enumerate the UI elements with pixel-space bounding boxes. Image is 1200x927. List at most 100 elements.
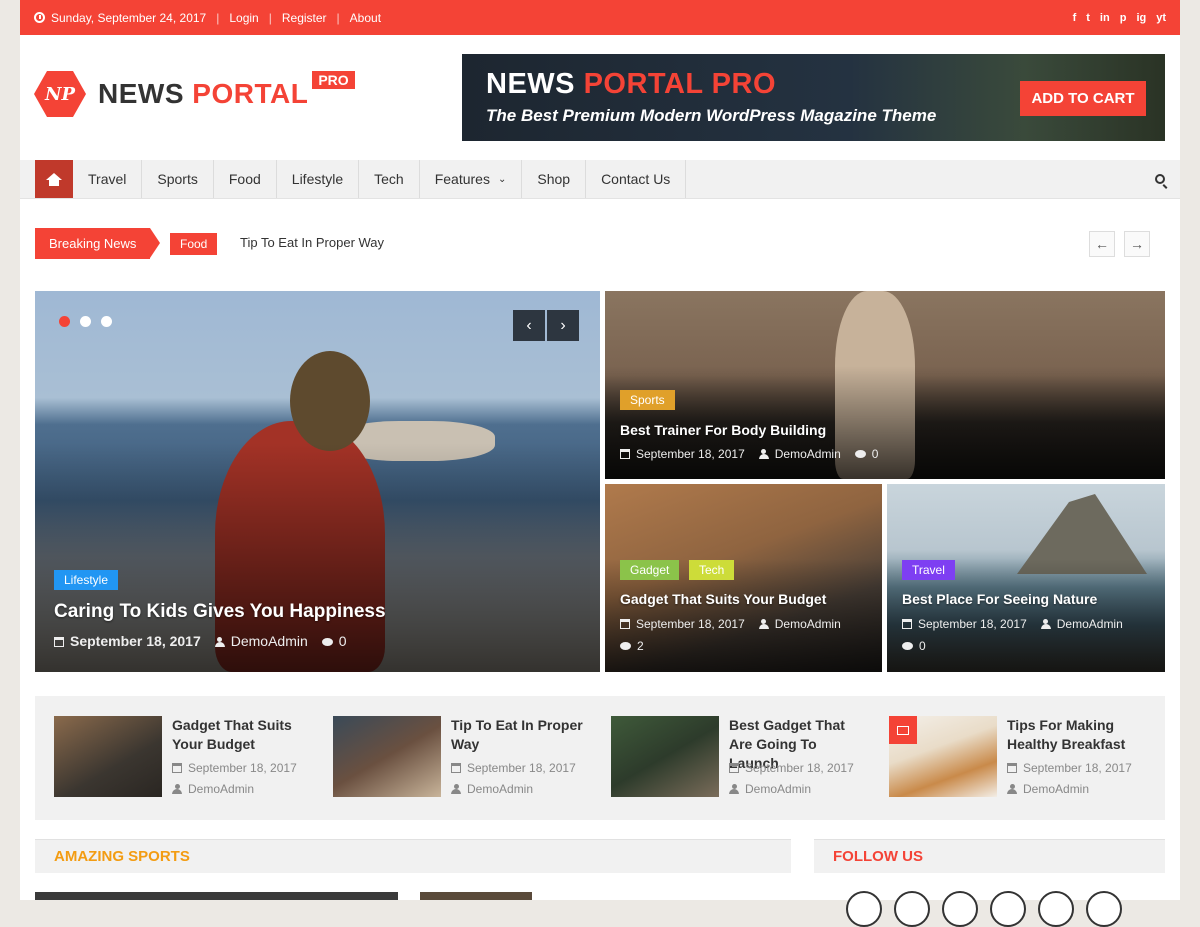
- breaking-news-label: Breaking News: [35, 228, 161, 259]
- page-container: NP NEWS PORTAL PRO NEWS PORTAL PRO The B…: [20, 35, 1180, 927]
- featured-comments: 0: [902, 639, 926, 653]
- follow-instagram-icon[interactable]: [1038, 891, 1074, 927]
- featured-title[interactable]: Gadget That Suits Your Budget: [620, 591, 826, 607]
- post-date: September 18, 2017: [172, 761, 297, 775]
- comment-icon: [321, 638, 333, 646]
- youtube-icon[interactable]: yt: [1156, 12, 1166, 24]
- list-item[interactable]: Tip To Eat In Proper Way September 18, 2…: [333, 716, 593, 798]
- search-button[interactable]: [1140, 160, 1180, 198]
- list-item[interactable]: Gadget That Suits Your Budget September …: [54, 716, 314, 798]
- nav-item-tech[interactable]: Tech: [359, 160, 420, 198]
- slider-title[interactable]: Caring To Kids Gives You Happiness: [54, 601, 386, 623]
- slider-dots: [59, 316, 112, 327]
- post-title[interactable]: Tip To Eat In Proper Way: [451, 716, 591, 754]
- calendar-icon: [172, 763, 182, 773]
- post-thumbnail[interactable]: [54, 716, 162, 797]
- post-title[interactable]: Gadget That Suits Your Budget: [172, 716, 312, 754]
- linkedin-icon[interactable]: in: [1100, 12, 1110, 24]
- search-icon: [1155, 174, 1165, 184]
- featured-title[interactable]: Best Trainer For Body Building: [620, 422, 826, 438]
- post-date: September 18, 2017: [729, 761, 854, 775]
- slider-meta: September 18, 2017 DemoAdmin 0: [54, 633, 347, 649]
- list-item[interactable]: Tips For Making Healthy Breakfast Septem…: [889, 716, 1149, 798]
- slider-next-button[interactable]: ›: [547, 310, 579, 341]
- main-slider[interactable]: ‹ › Lifestyle Caring To Kids Gives You H…: [35, 291, 600, 672]
- featured-post-2[interactable]: Gadget Tech Gadget That Suits Your Budge…: [605, 484, 882, 672]
- main-nav: Travel Sports Food Lifestyle Tech Featur…: [20, 160, 1180, 199]
- twitter-icon[interactable]: t: [1086, 12, 1090, 24]
- post-thumbnail[interactable]: [35, 892, 398, 900]
- top-bar: Sunday, September 24, 2017 | Login | Reg…: [20, 0, 1180, 35]
- post-thumbnail[interactable]: [333, 716, 441, 797]
- post-thumbnail[interactable]: [611, 716, 719, 797]
- pinterest-icon[interactable]: p: [1120, 12, 1127, 24]
- category-tag[interactable]: Sports: [620, 390, 675, 410]
- follow-twitter-icon[interactable]: [894, 891, 930, 927]
- breaking-news-ticker: Breaking News Food Tip To Eat In Proper …: [20, 225, 1180, 260]
- logo-monogram: NP: [34, 71, 86, 117]
- nav-item-features[interactable]: Features ⌄: [420, 160, 523, 198]
- home-button[interactable]: [35, 160, 73, 198]
- instagram-icon[interactable]: ig: [1136, 12, 1146, 24]
- featured-title[interactable]: Best Place For Seeing Nature: [902, 591, 1097, 607]
- nav-item-food[interactable]: Food: [214, 160, 277, 198]
- social-icons: f t in p ig yt: [1073, 12, 1166, 24]
- clock-icon: [34, 12, 45, 23]
- post-author: DemoAdmin: [1007, 782, 1089, 796]
- featured-comments: 2: [620, 639, 644, 653]
- nav-item-shop[interactable]: Shop: [522, 160, 587, 198]
- top-bar-left: Sunday, September 24, 2017 | Login | Reg…: [34, 11, 381, 25]
- nav-item-travel[interactable]: Travel: [73, 160, 143, 198]
- slider-dot[interactable]: [101, 316, 112, 327]
- comment-icon: [620, 642, 631, 650]
- category-tag[interactable]: Lifestyle: [54, 570, 119, 590]
- category-tag[interactable]: Tech: [689, 560, 735, 580]
- ticker-next-button[interactable]: →: [1124, 231, 1150, 257]
- calendar-icon: [451, 763, 461, 773]
- slider-dot[interactable]: [80, 316, 91, 327]
- follow-youtube-icon[interactable]: [1086, 891, 1122, 927]
- ticker-prev-button[interactable]: ←: [1089, 231, 1115, 257]
- follow-facebook-icon[interactable]: [846, 891, 882, 927]
- user-icon: [758, 619, 769, 629]
- post-thumbnail[interactable]: [420, 892, 532, 900]
- slider-prev-button[interactable]: ‹: [513, 310, 545, 341]
- featured-post-1[interactable]: Sports Best Trainer For Body Building Se…: [605, 291, 1165, 479]
- follow-pinterest-icon[interactable]: [990, 891, 1026, 927]
- nav-item-sports[interactable]: Sports: [142, 160, 214, 198]
- featured-post-3[interactable]: Travel Best Place For Seeing Nature Sept…: [887, 484, 1165, 672]
- category-tag[interactable]: Gadget: [620, 560, 680, 580]
- add-to-cart-button[interactable]: ADD TO CART: [1020, 81, 1146, 116]
- comment-icon: [902, 642, 913, 650]
- post-date: September 18, 2017: [451, 761, 576, 775]
- home-icon: [46, 172, 62, 186]
- ticker-category[interactable]: Food: [170, 233, 218, 255]
- list-item[interactable]: Best Gadget That Are Going To Launch Sep…: [611, 716, 871, 798]
- calendar-icon: [620, 619, 630, 629]
- nav-item-lifestyle[interactable]: Lifestyle: [277, 160, 360, 198]
- user-icon: [451, 784, 461, 794]
- current-date: Sunday, September 24, 2017: [51, 10, 207, 25]
- calendar-icon: [902, 619, 912, 629]
- user-icon: [172, 784, 182, 794]
- user-icon: [729, 784, 739, 794]
- promo-banner[interactable]: NEWS PORTAL PRO The Best Premium Modern …: [462, 54, 1165, 141]
- section-title-sports: AMAZING SPORTS: [35, 839, 791, 873]
- featured-meta: September 18, 2017 DemoAdmin 0: [620, 447, 878, 461]
- login-link[interactable]: Login: [229, 11, 258, 25]
- post-author: DemoAdmin: [172, 782, 254, 796]
- calendar-icon: [1007, 763, 1017, 773]
- facebook-icon[interactable]: f: [1073, 12, 1077, 24]
- site-logo[interactable]: NP NEWS PORTAL PRO: [34, 71, 355, 117]
- user-icon: [1040, 619, 1051, 629]
- register-link[interactable]: Register: [282, 11, 327, 25]
- post-title[interactable]: Tips For Making Healthy Breakfast: [1007, 716, 1147, 754]
- nav-item-contact[interactable]: Contact Us: [586, 160, 687, 198]
- ticker-headline[interactable]: Tip To Eat In Proper Way: [240, 235, 384, 250]
- about-link[interactable]: About: [350, 11, 381, 25]
- calendar-icon: [620, 449, 630, 459]
- slider-dot[interactable]: [59, 316, 70, 327]
- calendar-icon: [729, 763, 739, 773]
- category-tag[interactable]: Travel: [902, 560, 955, 580]
- follow-linkedin-icon[interactable]: [942, 891, 978, 927]
